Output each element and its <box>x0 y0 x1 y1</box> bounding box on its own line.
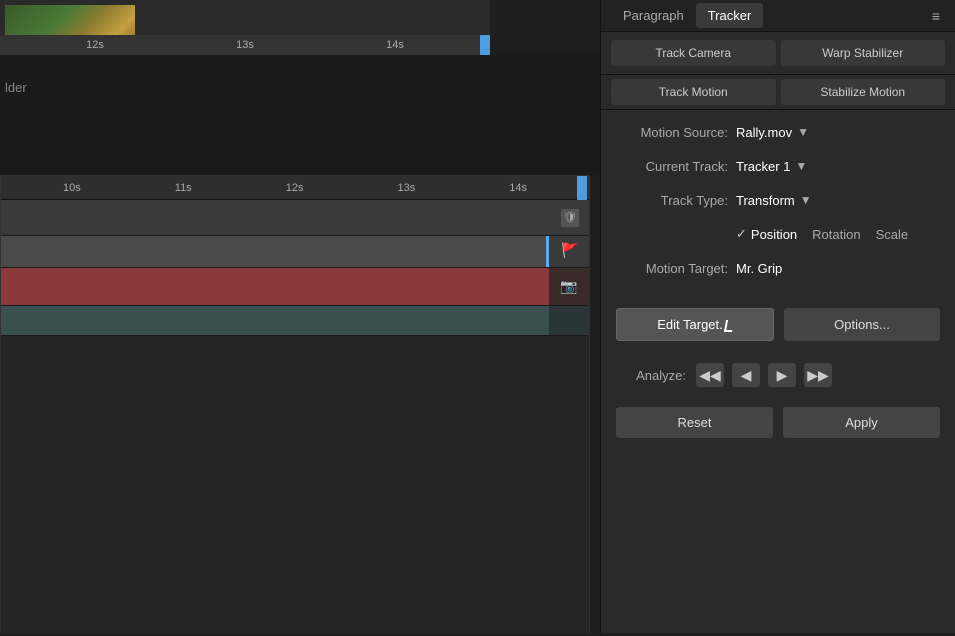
motion-source-arrow: ▼ <box>797 125 809 139</box>
current-track-arrow: ▼ <box>795 159 807 173</box>
ruler-mark-14s: 14s <box>386 39 404 51</box>
analyze-back-full-button[interactable]: ◀◀ <box>696 363 724 387</box>
camera-icon: 📷 <box>560 278 577 295</box>
tracker-buttons-row2: Track Motion Stabilize Motion <box>601 75 955 110</box>
current-track-dropdown[interactable]: Tracker 1 ▼ <box>736 159 807 174</box>
edit-target-button[interactable]: Edit Target. <box>616 308 774 341</box>
playhead-timeline <box>577 176 587 200</box>
motion-source-value: Rally.mov <box>736 125 792 140</box>
current-track-row: Current Track: Tracker 1 ▼ <box>616 154 940 178</box>
motion-target-value: Mr. Grip <box>736 261 940 276</box>
flag-icon: 🚩 <box>561 242 577 262</box>
video-strip: 12s 13s 14s <box>0 0 490 55</box>
scale-option[interactable]: Scale <box>876 227 909 242</box>
panel-tabs: Paragraph Tracker ≡ <box>601 0 955 32</box>
track-camera-button[interactable]: Track Camera <box>611 40 776 66</box>
properties-area: Motion Source: Rally.mov ▼ Current Track… <box>601 110 955 300</box>
action-buttons: Edit Target. Options... <box>601 300 955 349</box>
tl-mark-14s: 14s <box>509 182 527 194</box>
track-type-row: Track Type: Transform ▼ <box>616 188 940 212</box>
panel-menu-icon[interactable]: ≡ <box>927 8 945 24</box>
options-button[interactable]: Options... <box>784 308 940 341</box>
shield-icon: 🛡 <box>561 209 579 227</box>
motion-source-dropdown[interactable]: Rally.mov ▼ <box>736 125 809 140</box>
position-option[interactable]: Position <box>751 227 797 242</box>
analyze-controls: ◀◀ ◀ ▶ ▶▶ <box>696 363 832 387</box>
layer-label: lder <box>5 80 27 95</box>
motion-source-label: Motion Source: <box>616 125 736 140</box>
separator-area: lder <box>0 55 600 175</box>
track-type-label: Track Type: <box>616 193 736 208</box>
apply-button[interactable]: Apply <box>783 407 940 438</box>
analyze-forward-button[interactable]: ▶ <box>768 363 796 387</box>
motion-target-row: Motion Target: Mr. Grip <box>616 256 940 280</box>
motion-source-row: Motion Source: Rally.mov ▼ <box>616 120 940 144</box>
stabilize-motion-button[interactable]: Stabilize Motion <box>781 79 946 105</box>
rotation-option[interactable]: Rotation <box>812 227 860 242</box>
track-row-4 <box>1 306 589 336</box>
analyze-row: Analyze: ◀◀ ◀ ▶ ▶▶ <box>601 357 955 393</box>
position-checkmark: ✓ <box>736 226 747 242</box>
current-track-value: Tracker 1 <box>736 159 790 174</box>
analyze-label: Analyze: <box>616 368 696 383</box>
tl-mark-11s: 11s <box>175 182 192 194</box>
analyze-forward-full-button[interactable]: ▶▶ <box>804 363 832 387</box>
reset-apply-row: Reset Apply <box>601 401 955 444</box>
warp-stabilizer-button[interactable]: Warp Stabilizer <box>781 40 946 66</box>
motion-target-label: Motion Target: <box>616 261 736 276</box>
track-motion-button[interactable]: Track Motion <box>611 79 776 105</box>
timeline-inner: 10s 11s 12s 13s 14s 🛡 <box>0 175 590 633</box>
edit-target-label: Edit Target. <box>657 317 723 332</box>
track-options-row: ✓ Position Rotation Scale <box>616 222 940 246</box>
analyze-back-button[interactable]: ◀ <box>732 363 760 387</box>
tab-paragraph[interactable]: Paragraph <box>611 3 696 28</box>
track-type-value: Transform <box>736 193 795 208</box>
ruler-mark-12s: 12s <box>86 39 104 51</box>
tab-tracker[interactable]: Tracker <box>696 3 764 28</box>
track-area: 🛡 🚩 📷 <box>1 200 589 636</box>
current-track-label: Current Track: <box>616 159 736 174</box>
reset-button[interactable]: Reset <box>616 407 773 438</box>
tl-mark-12s: 12s <box>286 182 304 194</box>
track-type-dropdown[interactable]: Transform ▼ <box>736 193 812 208</box>
tl-mark-13s: 13s <box>397 182 415 194</box>
left-panel: 12s 13s 14s lder 10s 11s 12s 13s 14s <box>0 0 600 633</box>
timeline-section: 10s 11s 12s 13s 14s 🛡 <box>0 175 600 635</box>
tracker-buttons-row1: Track Camera Warp Stabilizer <box>601 32 955 75</box>
timeline-ruler: 10s 11s 12s 13s 14s <box>1 176 589 200</box>
track-type-arrow: ▼ <box>800 193 812 207</box>
track-row-1: 🛡 <box>1 200 589 236</box>
ruler-mark-13s: 13s <box>236 39 254 51</box>
tl-mark-10s: 10s <box>63 182 81 194</box>
track-row-5 <box>1 336 589 636</box>
track-row-3: 📷 <box>1 268 589 306</box>
right-panel: Paragraph Tracker ≡ Track Camera Warp St… <box>600 0 955 633</box>
track-row-2: 🚩 <box>1 236 589 268</box>
